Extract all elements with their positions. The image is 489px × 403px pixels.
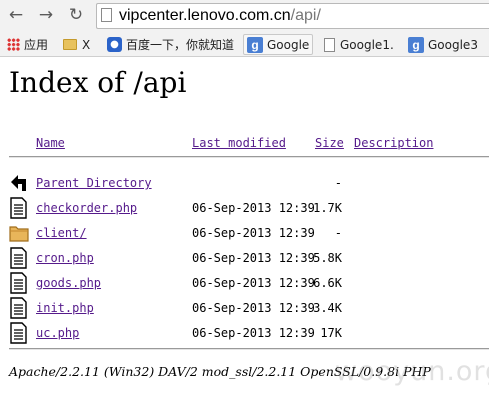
- entry-parent-directory-link[interactable]: Parent Directory: [36, 176, 152, 190]
- entry-file-link[interactable]: cron.php: [36, 251, 94, 265]
- column-size-link[interactable]: Size: [315, 136, 344, 150]
- google-icon: g: [247, 36, 263, 53]
- column-last-modified-link[interactable]: Last modified: [192, 136, 286, 150]
- bookmark-label: 百度一下，你就知道: [126, 38, 235, 52]
- entry-size: 6.6K: [313, 276, 342, 290]
- page-title: Index of /api: [9, 66, 187, 99]
- folder-icon: [63, 39, 77, 50]
- table-row: uc.php 06-Sep-2013 12:39 17K: [0, 322, 489, 347]
- divider: [9, 156, 489, 158]
- table-row: goods.php 06-Sep-2013 12:39 6.6K: [0, 272, 489, 297]
- bookmark-google3[interactable]: g Google3: [405, 34, 481, 55]
- entry-folder-link[interactable]: client/: [36, 226, 87, 240]
- column-name-link[interactable]: Name: [36, 136, 65, 150]
- server-signature: Apache/2.2.11 (Win32) DAV/2 mod_ssl/2.2.…: [9, 364, 431, 379]
- file-icon: [10, 247, 27, 269]
- arrow-left-icon[interactable]: ←: [5, 4, 27, 26]
- bookmark-label: Google: [267, 37, 310, 52]
- arrow-right-icon[interactable]: →: [35, 4, 57, 26]
- divider: [9, 348, 489, 350]
- table-row: cron.php 06-Sep-2013 12:39 5.8K: [0, 247, 489, 272]
- bookmark-google1[interactable]: Google1.: [321, 34, 397, 55]
- bookmark-folder-x[interactable]: X: [60, 34, 93, 55]
- address-bar[interactable]: vipcenter.lenovo.com.cn/api/: [96, 3, 489, 29]
- address-path: /api/: [290, 7, 321, 24]
- entry-file-link[interactable]: checkorder.php: [36, 201, 137, 215]
- page-icon: [101, 8, 112, 22]
- table-row: Parent Directory -: [0, 172, 489, 197]
- entry-size: 17K: [320, 326, 342, 340]
- google-icon: g: [408, 36, 424, 53]
- column-description-link[interactable]: Description: [354, 136, 433, 150]
- entry-file-link[interactable]: uc.php: [36, 326, 79, 340]
- entry-date: 06-Sep-2013 12:39: [192, 226, 315, 240]
- entry-file-link[interactable]: init.php: [36, 301, 94, 315]
- bookmark-apps[interactable]: 应用: [4, 34, 51, 55]
- entry-date: 06-Sep-2013 12:39: [192, 301, 315, 315]
- bookmark-baidu[interactable]: ● 百度一下，你就知道: [104, 34, 237, 55]
- entry-size: 3.4K: [313, 301, 342, 315]
- entry-date: 06-Sep-2013 12:39: [192, 251, 315, 265]
- browser-toolbar: ← → ↻ vipcenter.lenovo.com.cn/api/: [0, 0, 489, 32]
- bookmarks-bar: 应用 X ● 百度一下，你就知道 g Google Google1. g Goo…: [0, 32, 489, 57]
- table-row: init.php 06-Sep-2013 12:39 3.4K: [0, 297, 489, 322]
- back-arrow-icon: [11, 175, 26, 191]
- entry-date: 06-Sep-2013 12:39: [192, 276, 315, 290]
- file-icon: [10, 322, 27, 344]
- entry-file-link[interactable]: goods.php: [36, 276, 101, 290]
- entry-size: -: [334, 226, 342, 240]
- bookmark-label: 应用: [24, 38, 49, 52]
- apps-grid-icon: [7, 38, 20, 51]
- bookmark-label: X: [82, 37, 91, 52]
- bookmark-google[interactable]: g Google: [243, 34, 314, 55]
- reload-icon[interactable]: ↻: [65, 4, 87, 26]
- file-icon: [10, 197, 27, 219]
- entry-size: -: [334, 176, 342, 190]
- entry-size: 5.8K: [313, 251, 342, 265]
- address-host: vipcenter.lenovo.com.cn: [119, 7, 291, 24]
- file-icon: [10, 272, 27, 294]
- document-icon: [324, 37, 335, 52]
- folder-icon: [9, 226, 29, 242]
- bookmark-label: Google1.: [340, 37, 394, 52]
- entry-date: 06-Sep-2013 12:39: [192, 201, 315, 215]
- bookmark-label: Google3: [428, 37, 478, 52]
- file-icon: [10, 297, 27, 319]
- table-row: checkorder.php 06-Sep-2013 12:39 1.7K: [0, 197, 489, 222]
- table-row: client/ 06-Sep-2013 12:39 -: [0, 222, 489, 247]
- entry-date: 06-Sep-2013 12:39: [192, 326, 315, 340]
- baidu-paw-icon: ●: [107, 37, 122, 52]
- entry-size: 1.7K: [313, 201, 342, 215]
